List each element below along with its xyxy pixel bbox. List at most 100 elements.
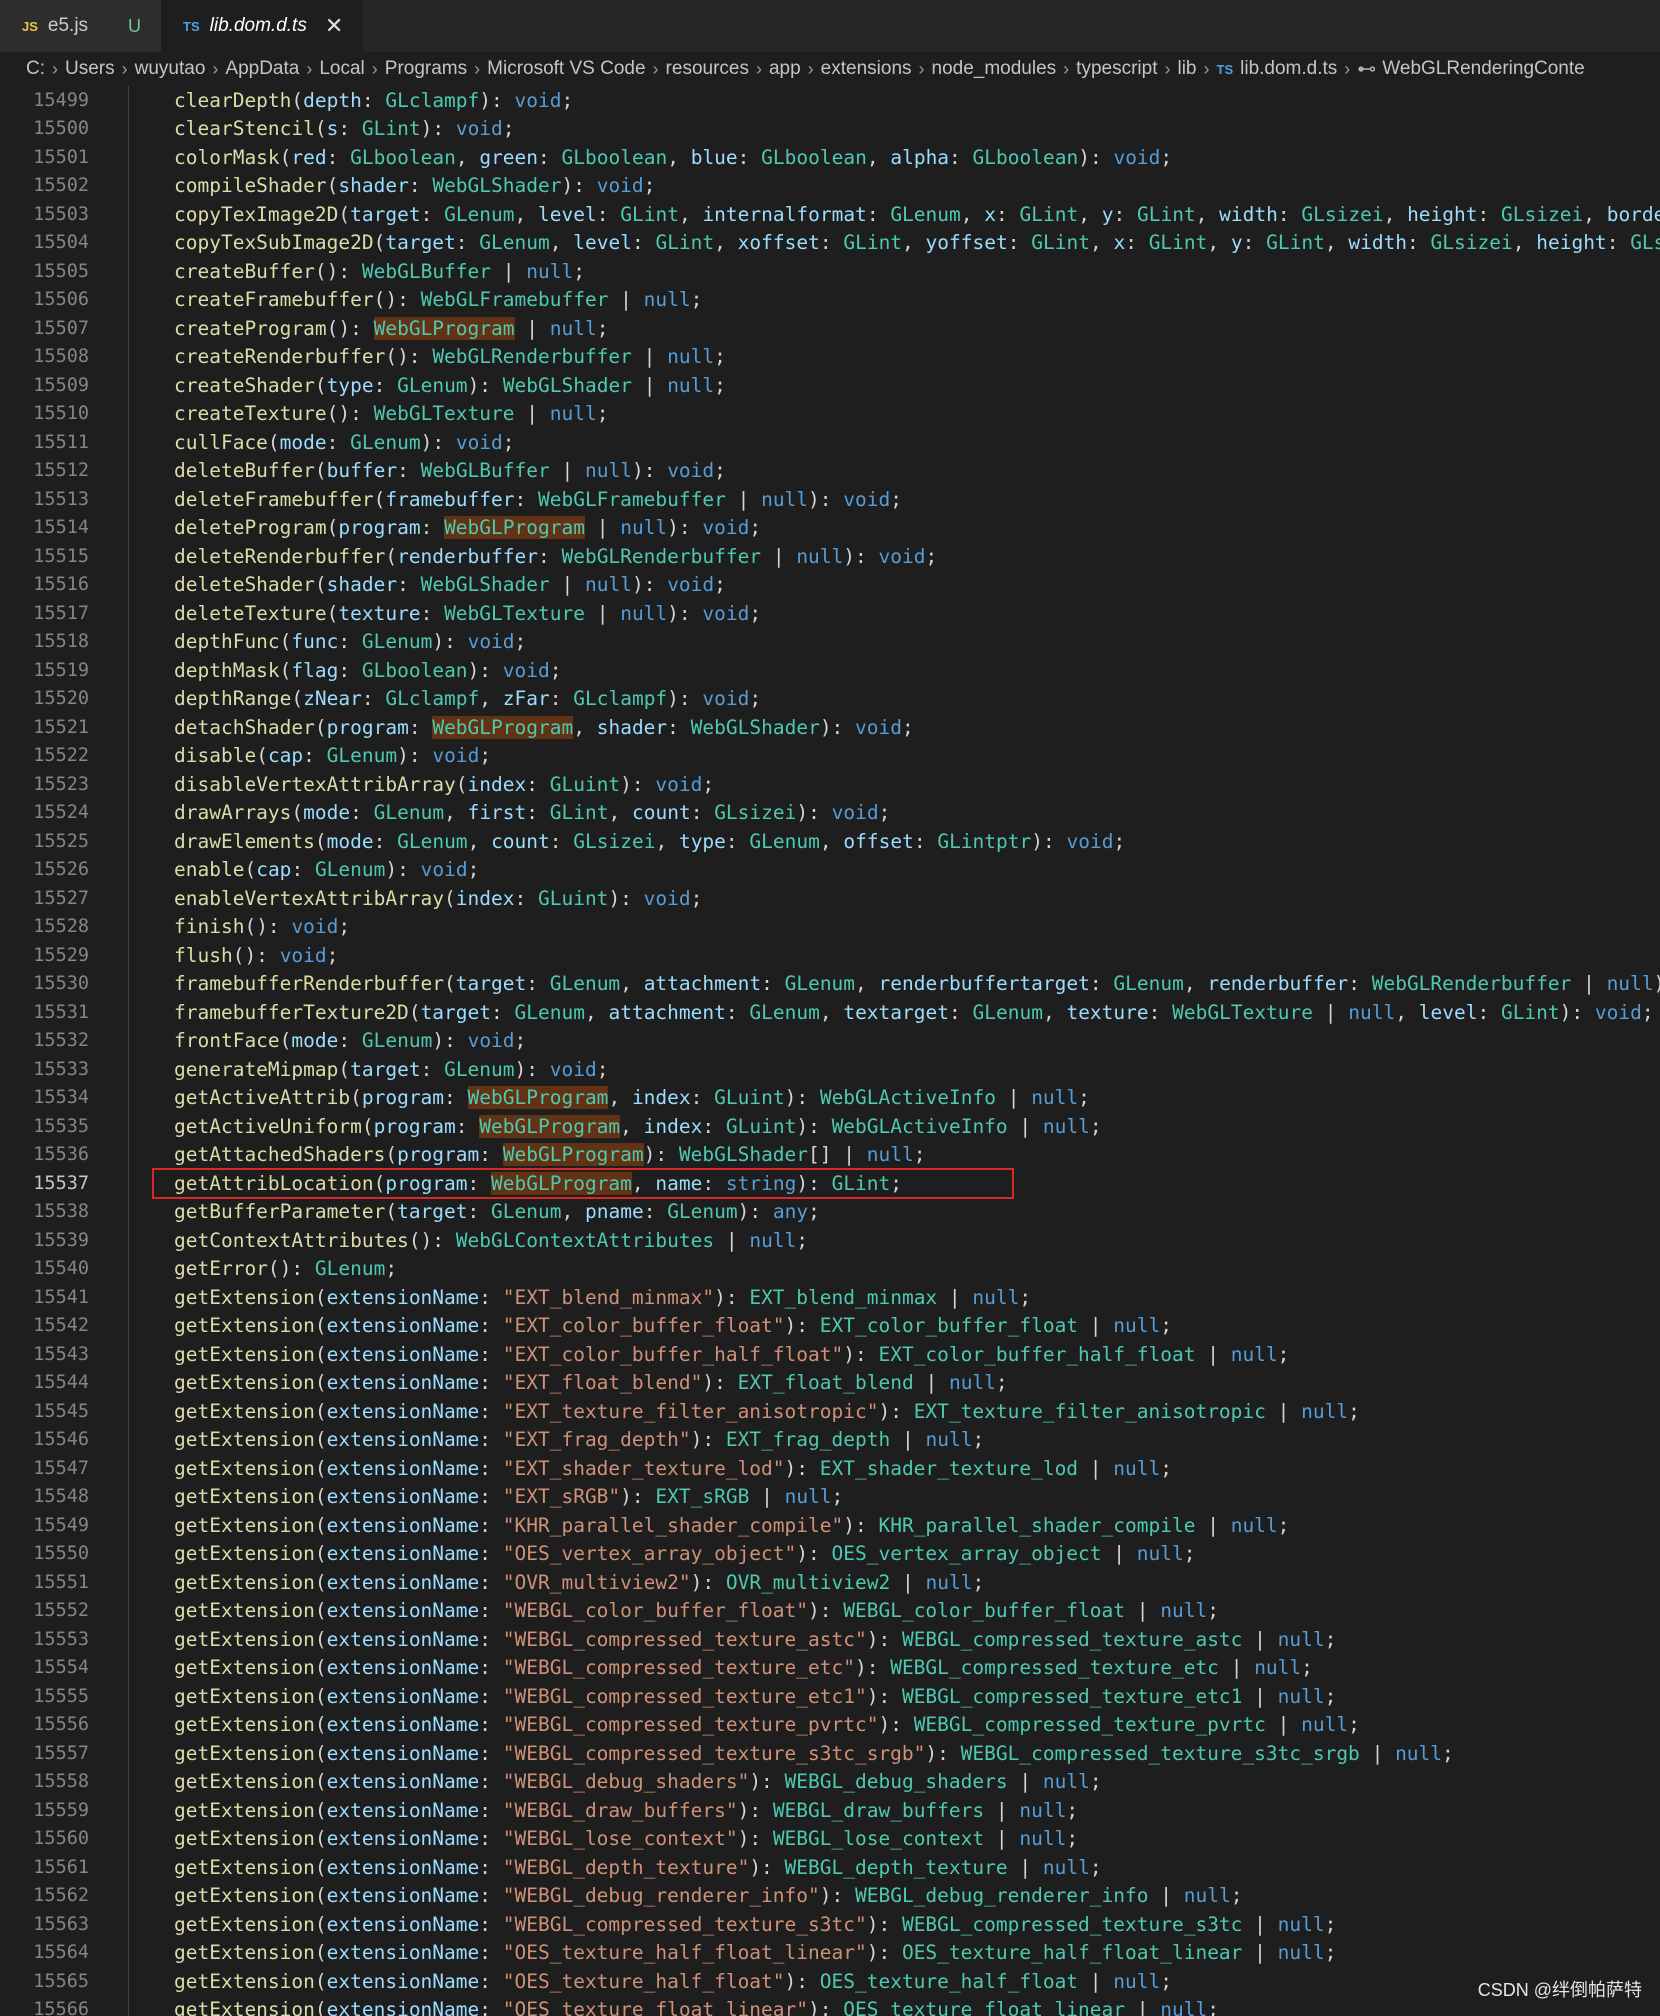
- indent-guide: [128, 86, 129, 115]
- code-line[interactable]: 15506 createFramebuffer(): WebGLFramebuff…: [0, 285, 1660, 314]
- line-number: 15545: [33, 1400, 89, 1422]
- code-line[interactable]: 15545 getExtension(extensionName: "EXT_te…: [0, 1397, 1660, 1426]
- code-line[interactable]: 15523 disableVertexAttribArray(index: GLu…: [0, 770, 1660, 799]
- code-line[interactable]: 15529 flush(): void;: [0, 941, 1660, 970]
- code-line[interactable]: 15541 getExtension(extensionName: "EXT_bl…: [0, 1283, 1660, 1312]
- code-line[interactable]: 15516 deleteShader(shader: WebGLShader | …: [0, 570, 1660, 599]
- code-line[interactable]: 15525 drawElements(mode: GLenum, count: G…: [0, 827, 1660, 856]
- code-line[interactable]: 15502 compileShader(shader: WebGLShader):…: [0, 171, 1660, 200]
- indent-guide: [128, 1568, 129, 1597]
- code-line[interactable]: 15544 getExtension(extensionName: "EXT_fl…: [0, 1368, 1660, 1397]
- code-line[interactable]: 15563 getExtension(extensionName: "WEBGL_…: [0, 1910, 1660, 1939]
- code-line[interactable]: 15524 drawArrays(mode: GLenum, first: GLi…: [0, 798, 1660, 827]
- breadcrumb-item[interactable]: Microsoft VS Code: [487, 58, 645, 80]
- tab-e5-js[interactable]: JS e5.js U: [0, 0, 162, 52]
- code-line[interactable]: 15566 getExtension(extensionName: "OES_te…: [0, 1995, 1660, 2016]
- code-line[interactable]: 15562 getExtension(extensionName: "WEBGL_…: [0, 1881, 1660, 1910]
- code-line[interactable]: 15560 getExtension(extensionName: "WEBGL_…: [0, 1824, 1660, 1853]
- code-line[interactable]: 15503 copyTexImage2D(target: GLenum, leve…: [0, 200, 1660, 229]
- code-text: enable(cap: GLenum): void;: [174, 858, 480, 882]
- code-line[interactable]: 15535 getActiveUniform(program: WebGLProg…: [0, 1112, 1660, 1141]
- indent-guide: [128, 171, 129, 200]
- breadcrumb-item[interactable]: typescript: [1076, 58, 1157, 80]
- code-line[interactable]: 15542 getExtension(extensionName: "EXT_co…: [0, 1311, 1660, 1340]
- code-line[interactable]: 15531 framebufferTexture2D(target: GLenum…: [0, 998, 1660, 1027]
- code-line[interactable]: 15551 getExtension(extensionName: "OVR_mu…: [0, 1568, 1660, 1597]
- code-line[interactable]: 15505 createBuffer(): WebGLBuffer | null;: [0, 257, 1660, 286]
- code-line[interactable]: 15557 getExtension(extensionName: "WEBGL_…: [0, 1739, 1660, 1768]
- breadcrumb-item[interactable]: node_modules: [932, 58, 1057, 80]
- code-line[interactable]: 15514 deleteProgram(program: WebGLProgram…: [0, 513, 1660, 542]
- indent-guide: [128, 827, 129, 856]
- code-line[interactable]: 15548 getExtension(extensionName: "EXT_sR…: [0, 1482, 1660, 1511]
- code-line[interactable]: 15528 finish(): void;: [0, 912, 1660, 941]
- code-line[interactable]: 15500 clearStencil(s: GLint): void;: [0, 114, 1660, 143]
- line-number: 15558: [33, 1771, 89, 1793]
- code-line[interactable]: 15499 clearDepth(depth: GLclampf): void;: [0, 86, 1660, 115]
- code-line[interactable]: 15564 getExtension(extensionName: "OES_te…: [0, 1938, 1660, 1967]
- code-line[interactable]: 15519 depthMask(flag: GLboolean): void;: [0, 656, 1660, 685]
- line-number: 15517: [33, 602, 89, 624]
- code-text: getExtension(extensionName: "OES_texture…: [174, 1969, 1173, 1993]
- code-line[interactable]: 15510 createTexture(): WebGLTexture | nul…: [0, 399, 1660, 428]
- code-line[interactable]: 15527 enableVertexAttribArray(index: GLui…: [0, 884, 1660, 913]
- code-line[interactable]: 15532 frontFace(mode: GLenum): void;: [0, 1026, 1660, 1055]
- breadcrumb-item[interactable]: lib: [1177, 58, 1196, 80]
- code-line[interactable]: 15540 getError(): GLenum;: [0, 1254, 1660, 1283]
- code-line[interactable]: 15556 getExtension(extensionName: "WEBGL_…: [0, 1710, 1660, 1739]
- breadcrumb-item[interactable]: wuyutao: [135, 58, 206, 80]
- code-line[interactable]: 15513 deleteFramebuffer(framebuffer: WebG…: [0, 485, 1660, 514]
- code-text: getBufferParameter(target: GLenum, pname…: [174, 1200, 820, 1224]
- indent-guide: [128, 1254, 129, 1283]
- code-line[interactable]: 15533 generateMipmap(target: GLenum): voi…: [0, 1055, 1660, 1084]
- code-line[interactable]: 15552 getExtension(extensionName: "WEBGL_…: [0, 1596, 1660, 1625]
- code-line[interactable]: 15561 getExtension(extensionName: "WEBGL_…: [0, 1853, 1660, 1882]
- code-line[interactable]: 15515 deleteRenderbuffer(renderbuffer: We…: [0, 542, 1660, 571]
- breadcrumb-item[interactable]: extensions: [821, 58, 912, 80]
- breadcrumb-item[interactable]: Local: [319, 58, 364, 80]
- breadcrumb-item[interactable]: AppData: [225, 58, 299, 80]
- breadcrumb-item[interactable]: Users: [65, 58, 115, 80]
- code-line[interactable]: 15508 createRenderbuffer(): WebGLRenderbu…: [0, 342, 1660, 371]
- code-line[interactable]: 15558 getExtension(extensionName: "WEBGL_…: [0, 1767, 1660, 1796]
- close-icon[interactable]: ✕: [325, 13, 343, 39]
- code-line[interactable]: 15521 detachShader(program: WebGLProgram,…: [0, 713, 1660, 742]
- code-line[interactable]: 15501 colorMask(red: GLboolean, green: GL…: [0, 143, 1660, 172]
- code-line[interactable]: 15509 createShader(type: GLenum): WebGLSh…: [0, 371, 1660, 400]
- code-line[interactable]: 15549 getExtension(extensionName: "KHR_pa…: [0, 1511, 1660, 1540]
- code-line[interactable]: 15553 getExtension(extensionName: "WEBGL_…: [0, 1625, 1660, 1654]
- code-line[interactable]: 15507 createProgram(): WebGLProgram | nul…: [0, 314, 1660, 343]
- code-line[interactable]: 15547 getExtension(extensionName: "EXT_sh…: [0, 1454, 1660, 1483]
- code-line[interactable]: 15511 cullFace(mode: GLenum): void;: [0, 428, 1660, 457]
- code-editor[interactable]: 15499 clearDepth(depth: GLclampf): void; 1…: [0, 86, 1660, 2016]
- code-line[interactable]: 15559 getExtension(extensionName: "WEBGL_…: [0, 1796, 1660, 1825]
- code-line[interactable]: 15543 getExtension(extensionName: "EXT_co…: [0, 1340, 1660, 1369]
- breadcrumb-symbol[interactable]: WebGLRenderingConte: [1382, 58, 1584, 80]
- code-line[interactable]: 15555 getExtension(extensionName: "WEBGL_…: [0, 1682, 1660, 1711]
- code-line[interactable]: 15512 deleteBuffer(buffer: WebGLBuffer | …: [0, 456, 1660, 485]
- code-line[interactable]: 15537 getAttribLocation(program: WebGLPro…: [0, 1169, 1660, 1198]
- breadcrumb-item[interactable]: Programs: [385, 58, 467, 80]
- code-line[interactable]: 15546 getExtension(extensionName: "EXT_fr…: [0, 1425, 1660, 1454]
- code-line[interactable]: 15536 getAttachedShaders(program: WebGLPr…: [0, 1140, 1660, 1169]
- breadcrumb-item[interactable]: app: [769, 58, 801, 80]
- tab-lib-dom-d-ts[interactable]: TS lib.dom.d.ts ✕: [161, 0, 364, 52]
- line-number: 15524: [33, 802, 89, 824]
- breadcrumb-item[interactable]: resources: [666, 58, 749, 80]
- breadcrumb-file[interactable]: lib.dom.d.ts: [1240, 58, 1337, 80]
- code-line[interactable]: 15565 getExtension(extensionName: "OES_te…: [0, 1967, 1660, 1996]
- code-line[interactable]: 15534 getActiveAttrib(program: WebGLProgr…: [0, 1083, 1660, 1112]
- code-line[interactable]: 15554 getExtension(extensionName: "WEBGL_…: [0, 1653, 1660, 1682]
- code-line[interactable]: 15522 disable(cap: GLenum): void;: [0, 741, 1660, 770]
- breadcrumb-item[interactable]: C:: [26, 58, 45, 80]
- code-line[interactable]: 15517 deleteTexture(texture: WebGLTexture…: [0, 599, 1660, 628]
- code-line[interactable]: 15520 depthRange(zNear: GLclampf, zFar: G…: [0, 684, 1660, 713]
- code-line[interactable]: 15504 copyTexSubImage2D(target: GLenum, l…: [0, 228, 1660, 257]
- code-line[interactable]: 15530 framebufferRenderbuffer(target: GLe…: [0, 969, 1660, 998]
- code-line[interactable]: 15538 getBufferParameter(target: GLenum, …: [0, 1197, 1660, 1226]
- code-text: deleteTexture(texture: WebGLTexture | nu…: [174, 601, 762, 625]
- code-line[interactable]: 15518 depthFunc(func: GLenum): void;: [0, 627, 1660, 656]
- code-line[interactable]: 15539 getContextAttributes(): WebGLContex…: [0, 1226, 1660, 1255]
- code-line[interactable]: 15526 enable(cap: GLenum): void;: [0, 855, 1660, 884]
- code-line[interactable]: 15550 getExtension(extensionName: "OES_ve…: [0, 1539, 1660, 1568]
